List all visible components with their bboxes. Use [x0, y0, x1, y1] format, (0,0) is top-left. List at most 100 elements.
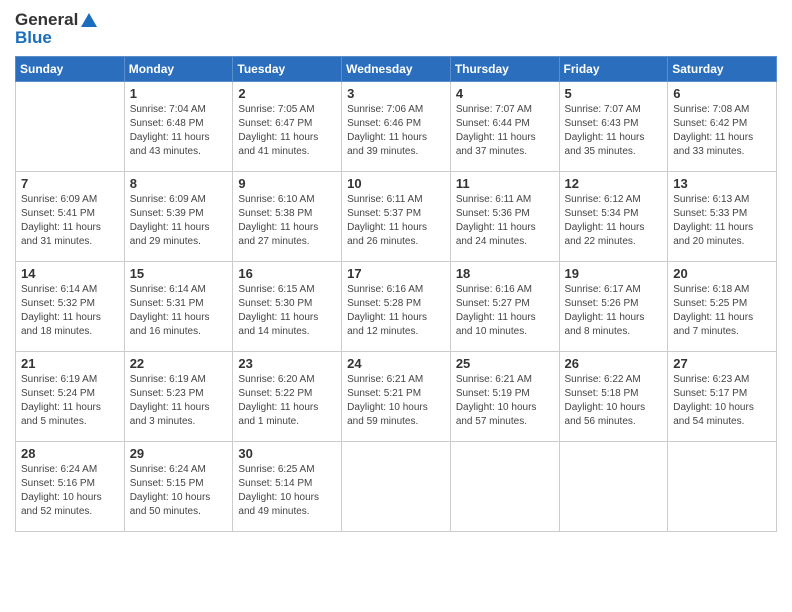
calendar-cell: 9 Sunrise: 6:10 AMSunset: 5:38 PMDaylight… [233, 172, 342, 262]
day-number: 9 [238, 176, 336, 191]
day-info: Sunrise: 6:15 AMSunset: 5:30 PMDaylight:… [238, 283, 336, 339]
calendar-cell [668, 442, 777, 532]
logo: General Blue [15, 10, 98, 48]
day-number: 16 [238, 266, 336, 281]
day-number: 13 [673, 176, 771, 191]
day-info: Sunrise: 6:17 AMSunset: 5:26 PMDaylight:… [565, 283, 663, 339]
day-info: Sunrise: 6:19 AMSunset: 5:23 PMDaylight:… [130, 373, 228, 429]
weekday-header: Saturday [668, 57, 777, 82]
calendar-cell [16, 82, 125, 172]
calendar-cell: 13 Sunrise: 6:13 AMSunset: 5:33 PMDayligh… [668, 172, 777, 262]
calendar-cell: 5 Sunrise: 7:07 AMSunset: 6:43 PMDaylight… [559, 82, 668, 172]
day-number: 8 [130, 176, 228, 191]
calendar-header-row: SundayMondayTuesdayWednesdayThursdayFrid… [16, 57, 777, 82]
day-info: Sunrise: 6:24 AMSunset: 5:15 PMDaylight:… [130, 463, 228, 519]
day-info: Sunrise: 6:14 AMSunset: 5:32 PMDaylight:… [21, 283, 119, 339]
calendar-cell: 30 Sunrise: 6:25 AMSunset: 5:14 PMDayligh… [233, 442, 342, 532]
day-number: 12 [565, 176, 663, 191]
calendar-week-row: 28Sunrise: 6:24 AMSunset: 5:16 PMDayligh… [16, 442, 777, 532]
calendar-cell: 8Sunrise: 6:09 AMSunset: 5:39 PMDaylight… [124, 172, 233, 262]
calendar-cell: 4Sunrise: 7:07 AMSunset: 6:44 PMDaylight… [450, 82, 559, 172]
calendar-cell: 28Sunrise: 6:24 AMSunset: 5:16 PMDayligh… [16, 442, 125, 532]
day-info: Sunrise: 6:11 AMSunset: 5:37 PMDaylight:… [347, 193, 445, 249]
day-number: 6 [673, 86, 771, 101]
weekday-header: Tuesday [233, 57, 342, 82]
day-info: Sunrise: 6:22 AMSunset: 5:18 PMDaylight:… [565, 373, 663, 429]
day-info: Sunrise: 6:21 AMSunset: 5:21 PMDaylight:… [347, 373, 445, 429]
day-info: Sunrise: 6:10 AMSunset: 5:38 PMDaylight:… [238, 193, 336, 249]
day-number: 4 [456, 86, 554, 101]
calendar-week-row: 14Sunrise: 6:14 AMSunset: 5:32 PMDayligh… [16, 262, 777, 352]
calendar-cell: 27 Sunrise: 6:23 AMSunset: 5:17 PMDayligh… [668, 352, 777, 442]
calendar: SundayMondayTuesdayWednesdayThursdayFrid… [15, 56, 777, 532]
calendar-cell: 25 Sunrise: 6:21 AMSunset: 5:19 PMDayligh… [450, 352, 559, 442]
calendar-cell: 3Sunrise: 7:06 AMSunset: 6:46 PMDaylight… [342, 82, 451, 172]
day-number: 10 [347, 176, 445, 191]
calendar-cell: 24 Sunrise: 6:21 AMSunset: 5:21 PMDayligh… [342, 352, 451, 442]
day-info: Sunrise: 6:21 AMSunset: 5:19 PMDaylight:… [456, 373, 554, 429]
day-info: Sunrise: 6:13 AMSunset: 5:33 PMDaylight:… [673, 193, 771, 249]
day-number: 15 [130, 266, 228, 281]
weekday-header: Sunday [16, 57, 125, 82]
day-info: Sunrise: 6:18 AMSunset: 5:25 PMDaylight:… [673, 283, 771, 339]
calendar-cell: 17 Sunrise: 6:16 AMSunset: 5:28 PMDayligh… [342, 262, 451, 352]
day-number: 18 [456, 266, 554, 281]
day-number: 3 [347, 86, 445, 101]
day-number: 20 [673, 266, 771, 281]
day-number: 25 [456, 356, 554, 371]
day-info: Sunrise: 6:16 AMSunset: 5:27 PMDaylight:… [456, 283, 554, 339]
day-number: 2 [238, 86, 336, 101]
day-number: 1 [130, 86, 228, 101]
day-info: Sunrise: 6:20 AMSunset: 5:22 PMDaylight:… [238, 373, 336, 429]
day-info: Sunrise: 7:04 AMSunset: 6:48 PMDaylight:… [130, 103, 228, 159]
calendar-week-row: 7Sunrise: 6:09 AMSunset: 5:41 PMDaylight… [16, 172, 777, 262]
page-header: General Blue [15, 10, 777, 48]
day-number: 28 [21, 446, 119, 461]
calendar-cell: 29Sunrise: 6:24 AMSunset: 5:15 PMDayligh… [124, 442, 233, 532]
day-info: Sunrise: 7:05 AMSunset: 6:47 PMDaylight:… [238, 103, 336, 159]
weekday-header: Monday [124, 57, 233, 82]
calendar-cell: 21Sunrise: 6:19 AMSunset: 5:24 PMDayligh… [16, 352, 125, 442]
calendar-cell: 22 Sunrise: 6:19 AMSunset: 5:23 PMDayligh… [124, 352, 233, 442]
day-number: 19 [565, 266, 663, 281]
weekday-header: Wednesday [342, 57, 451, 82]
logo-triangle-icon [80, 12, 98, 28]
day-number: 24 [347, 356, 445, 371]
day-number: 23 [238, 356, 336, 371]
calendar-cell: 18 Sunrise: 6:16 AMSunset: 5:27 PMDayligh… [450, 262, 559, 352]
calendar-cell: 20 Sunrise: 6:18 AMSunset: 5:25 PMDayligh… [668, 262, 777, 352]
calendar-cell: 2 Sunrise: 7:05 AMSunset: 6:47 PMDaylight… [233, 82, 342, 172]
logo-blue: Blue [15, 28, 52, 48]
day-number: 11 [456, 176, 554, 191]
calendar-cell: 19 Sunrise: 6:17 AMSunset: 5:26 PMDayligh… [559, 262, 668, 352]
logo-general: General [15, 10, 78, 30]
day-number: 17 [347, 266, 445, 281]
day-number: 30 [238, 446, 336, 461]
calendar-cell: 7Sunrise: 6:09 AMSunset: 5:41 PMDaylight… [16, 172, 125, 262]
calendar-week-row: 21Sunrise: 6:19 AMSunset: 5:24 PMDayligh… [16, 352, 777, 442]
day-info: Sunrise: 7:08 AMSunset: 6:42 PMDaylight:… [673, 103, 771, 159]
calendar-cell: 10 Sunrise: 6:11 AMSunset: 5:37 PMDayligh… [342, 172, 451, 262]
day-info: Sunrise: 7:07 AMSunset: 6:43 PMDaylight:… [565, 103, 663, 159]
day-number: 21 [21, 356, 119, 371]
day-number: 26 [565, 356, 663, 371]
calendar-cell: 14Sunrise: 6:14 AMSunset: 5:32 PMDayligh… [16, 262, 125, 352]
day-info: Sunrise: 6:11 AMSunset: 5:36 PMDaylight:… [456, 193, 554, 249]
calendar-cell [450, 442, 559, 532]
calendar-cell: 16 Sunrise: 6:15 AMSunset: 5:30 PMDayligh… [233, 262, 342, 352]
weekday-header: Thursday [450, 57, 559, 82]
day-info: Sunrise: 6:23 AMSunset: 5:17 PMDaylight:… [673, 373, 771, 429]
calendar-cell [559, 442, 668, 532]
day-info: Sunrise: 6:16 AMSunset: 5:28 PMDaylight:… [347, 283, 445, 339]
day-number: 27 [673, 356, 771, 371]
calendar-cell: 12Sunrise: 6:12 AMSunset: 5:34 PMDayligh… [559, 172, 668, 262]
day-number: 22 [130, 356, 228, 371]
calendar-cell [342, 442, 451, 532]
day-info: Sunrise: 6:09 AMSunset: 5:41 PMDaylight:… [21, 193, 119, 249]
calendar-cell: 11 Sunrise: 6:11 AMSunset: 5:36 PMDayligh… [450, 172, 559, 262]
day-number: 5 [565, 86, 663, 101]
calendar-cell: 15 Sunrise: 6:14 AMSunset: 5:31 PMDayligh… [124, 262, 233, 352]
day-info: Sunrise: 6:14 AMSunset: 5:31 PMDaylight:… [130, 283, 228, 339]
calendar-cell: 1 Sunrise: 7:04 AMSunset: 6:48 PMDaylight… [124, 82, 233, 172]
day-info: Sunrise: 6:25 AMSunset: 5:14 PMDaylight:… [238, 463, 336, 519]
